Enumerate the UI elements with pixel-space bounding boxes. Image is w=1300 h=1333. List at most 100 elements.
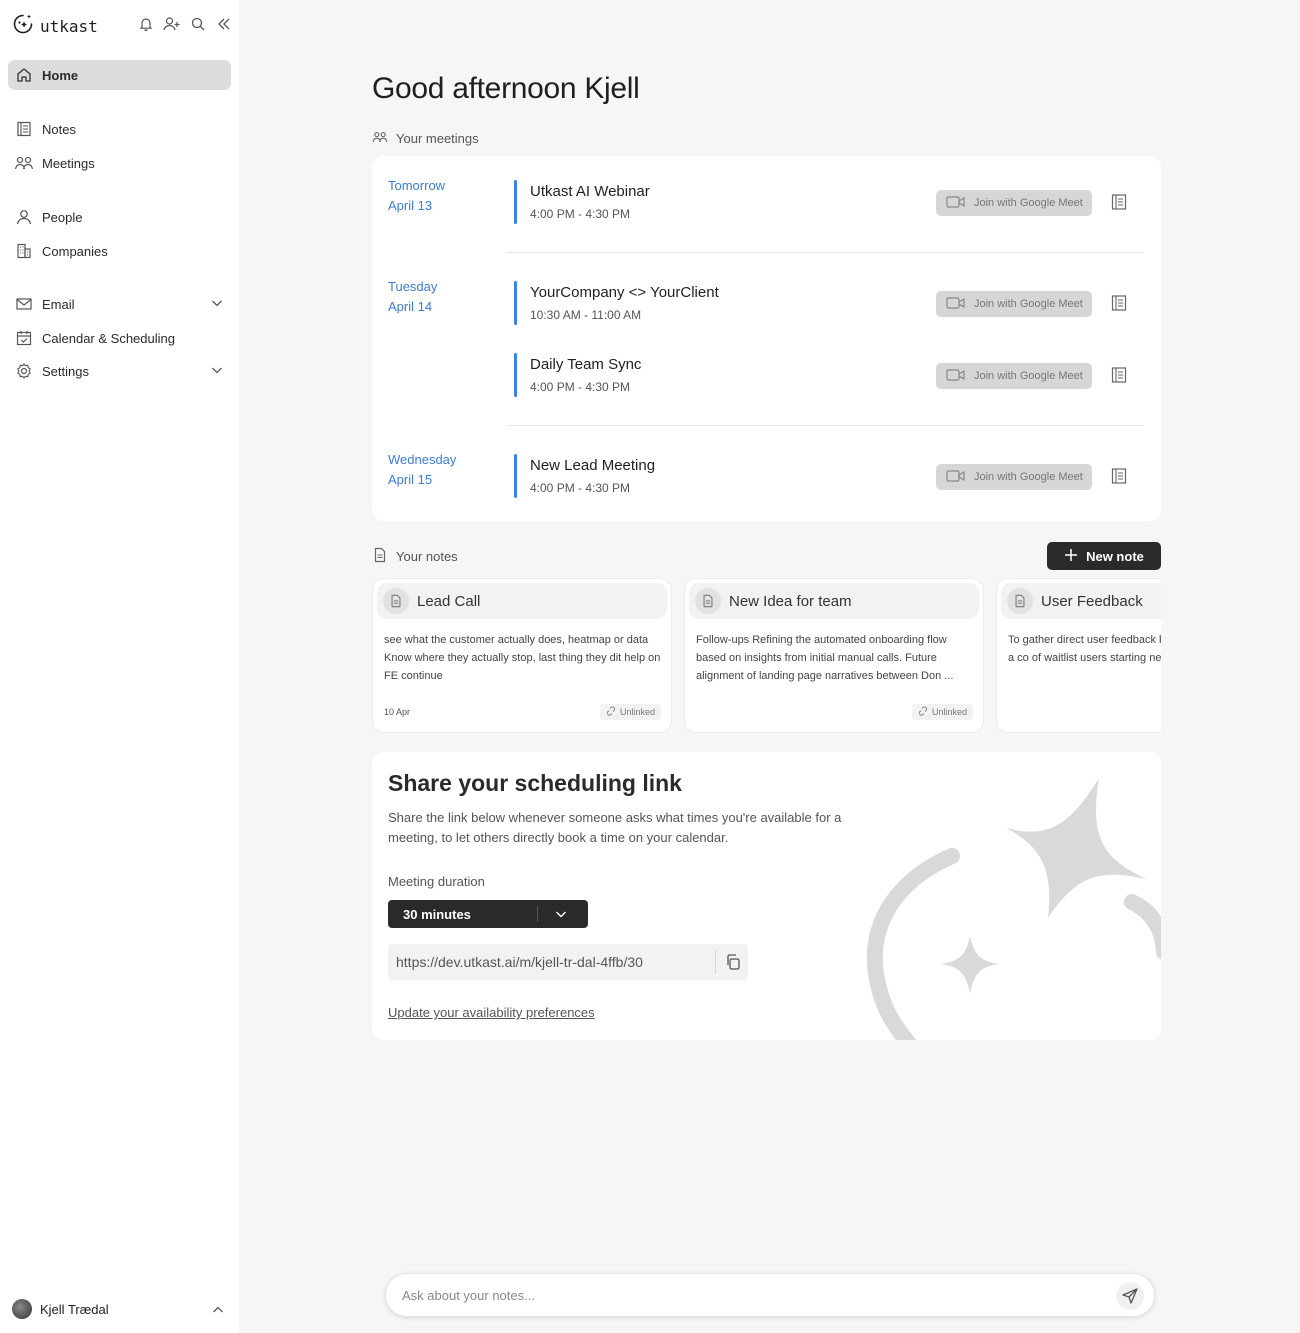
sidebar-item-settings[interactable]: Settings (8, 356, 231, 386)
video-camera-icon (946, 368, 966, 385)
unlink-icon (606, 706, 616, 718)
document-icon (372, 547, 388, 566)
meeting-notes-icon[interactable] (1110, 294, 1128, 317)
new-note-button[interactable]: New note (1047, 542, 1161, 570)
add-user-icon[interactable] (162, 14, 182, 34)
meeting-notes-icon[interactable] (1110, 366, 1128, 389)
note-preview: To gather direct user feedback before sc… (1008, 634, 1161, 664)
meeting-item[interactable]: New Lead Meeting 4:00 PM - 4:30 PM Join … (514, 454, 1144, 498)
bell-icon[interactable] (136, 14, 156, 34)
sidebar-item-companies[interactable]: Companies (8, 236, 231, 266)
divider (506, 252, 1144, 253)
plus-icon (1064, 548, 1078, 565)
sidebar-item-label: Companies (42, 243, 108, 259)
video-camera-icon (946, 296, 966, 313)
video-camera-icon (946, 469, 966, 486)
sidebar-item-meetings[interactable]: Meetings (8, 148, 231, 178)
note-card[interactable]: Lead Call see what the customer actually… (372, 578, 672, 733)
meeting-time: 4:00 PM - 4:30 PM (530, 481, 631, 495)
note-card[interactable]: New Idea for team Follow-ups Refining th… (684, 578, 984, 733)
home-icon (14, 65, 34, 85)
note-header: User Feedback (1001, 583, 1161, 619)
note-preview: Follow-ups Refining the automated onboar… (696, 634, 954, 682)
meeting-time: 4:00 PM - 4:30 PM (530, 207, 631, 221)
avatar (12, 1299, 32, 1319)
share-title: Share your scheduling link (388, 770, 682, 796)
document-icon (695, 588, 721, 614)
meeting-notes-icon[interactable] (1110, 193, 1128, 216)
join-google-meet-button[interactable]: Join with Google Meet (936, 291, 1092, 317)
sidebar: utkast Home Notes Meetings People Compan… (0, 0, 239, 1333)
sidebar-top-actions (136, 14, 234, 34)
sidebar-item-notes[interactable]: Notes (8, 114, 231, 144)
note-header: New Idea for team (689, 583, 979, 619)
copy-icon[interactable] (724, 953, 742, 974)
collapse-sidebar-icon[interactable] (214, 14, 234, 34)
meeting-color-bar (514, 353, 517, 397)
document-icon (383, 588, 409, 614)
meeting-time: 4:00 PM - 4:30 PM (530, 380, 631, 394)
meetings-icon (372, 129, 388, 148)
mail-icon (14, 294, 34, 314)
sidebar-item-label: Email (42, 296, 75, 312)
join-google-meet-button[interactable]: Join with Google Meet (936, 464, 1092, 490)
sidebar-item-label: Meetings (42, 155, 95, 171)
meeting-item[interactable]: YourCompany <> YourClient 10:30 AM - 11:… (514, 281, 1144, 325)
unlinked-badge[interactable]: Unlinked (599, 704, 661, 720)
day-label: Tomorrow April 13 (388, 178, 446, 213)
note-title: User Feedback (1041, 592, 1143, 610)
meeting-title: Utkast AI Webinar (530, 183, 650, 200)
meeting-time: 10:30 AM - 11:00 AM (530, 308, 642, 322)
send-icon[interactable] (1116, 1282, 1144, 1310)
meeting-title: New Lead Meeting (530, 457, 656, 474)
brand[interactable]: utkast (12, 13, 98, 40)
select-divider (537, 906, 538, 922)
link-divider (715, 950, 716, 974)
scheduling-link-field[interactable]: https://dev.utkast.ai/m/kjell-tr-dal-4ff… (388, 944, 748, 980)
meeting-color-bar (514, 281, 517, 325)
ask-notes-input[interactable]: Ask about your notes... (385, 1273, 1155, 1317)
sidebar-item-calendar[interactable]: Calendar & Scheduling (8, 323, 231, 353)
notes-icon (14, 119, 34, 139)
meeting-duration-label: Meeting duration (388, 874, 485, 889)
sidebar-item-label: Home (42, 67, 79, 83)
sidebar-item-people[interactable]: People (8, 202, 231, 232)
sparkle-decoration-icon (866, 778, 1161, 1040)
notes-section-label: Your notes (372, 547, 458, 566)
scheduling-link-text: https://dev.utkast.ai/m/kjell-tr-dal-4ff… (396, 954, 643, 970)
sidebar-item-email[interactable]: Email (8, 289, 231, 319)
meetings-icon (14, 153, 34, 173)
chevron-up-icon[interactable] (210, 1302, 226, 1323)
search-icon[interactable] (188, 14, 208, 34)
note-title: Lead Call (417, 592, 481, 610)
document-icon (1007, 588, 1033, 614)
chevron-down-icon[interactable] (209, 295, 225, 314)
meetings-section-label: Your meetings (372, 129, 479, 148)
join-google-meet-button[interactable]: Join with Google Meet (936, 363, 1092, 389)
divider (506, 425, 1144, 426)
sidebar-item-label: Notes (42, 121, 76, 137)
meeting-item[interactable]: Utkast AI Webinar 4:00 PM - 4:30 PM Join… (514, 180, 1144, 224)
day-label: Tuesday April 14 (388, 279, 438, 314)
user-name: Kjell Trædal (40, 1301, 109, 1317)
unlinked-badge[interactable]: Unlinked (911, 704, 973, 720)
note-preview: see what the customer actually does, hea… (384, 634, 661, 682)
day-label: Wednesday April 15 (388, 452, 457, 487)
chevron-down-icon[interactable] (209, 362, 225, 381)
note-card[interactable]: User Feedback To gather direct user feed… (996, 578, 1161, 733)
meeting-notes-icon[interactable] (1110, 467, 1128, 490)
meeting-duration-select[interactable]: 30 minutes (388, 900, 588, 928)
update-availability-link[interactable]: Update your availability preferences (388, 1005, 595, 1020)
share-description: Share the link below whenever someone as… (388, 810, 842, 845)
brand-name: utkast (40, 17, 98, 36)
user-profile[interactable]: Kjell Trædal (12, 1299, 109, 1319)
meeting-color-bar (514, 454, 517, 498)
meeting-item[interactable]: Daily Team Sync 4:00 PM - 4:30 PM Join w… (514, 353, 1144, 397)
meetings-card: Tomorrow April 13 Utkast AI Webinar 4:00… (372, 156, 1161, 521)
note-title: New Idea for team (729, 592, 852, 610)
building-icon (14, 241, 34, 261)
meeting-title: Daily Team Sync (530, 356, 642, 373)
join-google-meet-button[interactable]: Join with Google Meet (936, 190, 1092, 216)
video-camera-icon (946, 195, 966, 212)
sidebar-item-home[interactable]: Home (8, 60, 231, 90)
